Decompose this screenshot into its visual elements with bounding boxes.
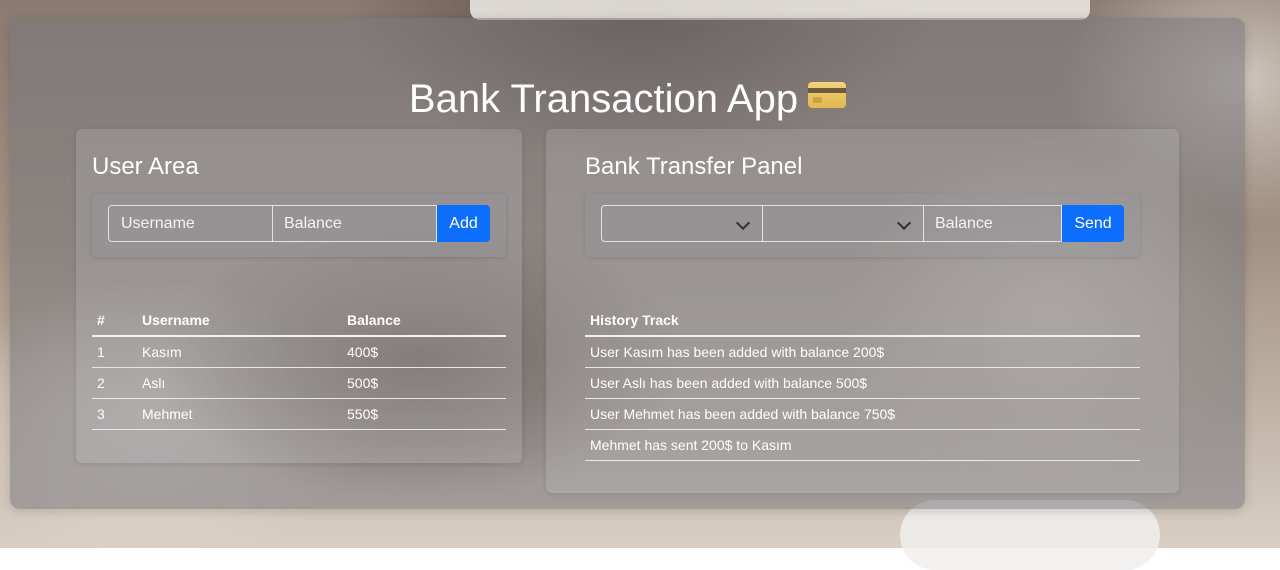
credit-card-icon (808, 82, 847, 108)
row-index: 3 (92, 398, 137, 430)
row-balance: 400$ (342, 336, 506, 368)
row-username: Aslı (137, 367, 342, 399)
users-table: # Username Balance 1 Kasım 400$ 2 Aslı 5… (92, 305, 506, 430)
column-header-history: History Track (585, 305, 1140, 337)
table-row: Mehmet has sent 200$ to Kasım (585, 429, 1140, 461)
background-decoration (900, 500, 1160, 570)
row-balance: 550$ (342, 398, 506, 430)
background-decoration (470, 0, 1090, 20)
history-entry: User Aslı has been added with balance 50… (585, 367, 1140, 399)
chevron-down-icon (896, 215, 912, 231)
username-input[interactable] (108, 205, 273, 242)
row-index: 2 (92, 367, 137, 399)
page-title-text: Bank Transaction App (408, 77, 799, 121)
row-balance: 500$ (342, 367, 506, 399)
history-table: History Track User Kasım has been added … (585, 305, 1140, 461)
row-username: Mehmet (137, 398, 342, 430)
table-row: 2 Aslı 500$ (92, 367, 506, 399)
table-header-row: # Username Balance (92, 305, 506, 337)
send-button[interactable]: Send (1062, 205, 1124, 242)
column-header-balance: Balance (342, 305, 506, 337)
transfer-balance-input[interactable] (923, 205, 1062, 242)
table-row: 1 Kasım 400$ (92, 336, 506, 368)
history-entry: Mehmet has sent 200$ to Kasım (585, 429, 1140, 461)
row-username: Kasım (137, 336, 342, 368)
balance-input[interactable] (272, 205, 437, 242)
add-user-button[interactable]: Add (437, 205, 490, 242)
column-header-index: # (92, 305, 137, 337)
table-header-row: History Track (585, 305, 1140, 337)
history-entry: User Kasım has been added with balance 2… (585, 336, 1140, 368)
bank-transfer-panel: Bank Transfer Panel Send History Track U… (546, 129, 1179, 493)
from-user-select[interactable] (601, 205, 763, 242)
column-header-username: Username (137, 305, 342, 337)
to-user-select[interactable] (762, 205, 924, 242)
add-user-form: Add (92, 193, 506, 257)
chevron-down-icon (735, 215, 751, 231)
transfer-form: Send (585, 193, 1140, 257)
table-row: User Kasım has been added with balance 2… (585, 336, 1140, 368)
table-row: User Mehmet has been added with balance … (585, 398, 1140, 430)
table-row: 3 Mehmet 550$ (92, 398, 506, 430)
user-area-panel: User Area Add # Username Balance 1 Kasım… (76, 129, 522, 463)
user-area-title: User Area (92, 153, 199, 180)
page-title: Bank Transaction App (10, 76, 1245, 122)
row-index: 1 (92, 336, 137, 368)
bank-transfer-title: Bank Transfer Panel (585, 153, 803, 180)
table-row: User Aslı has been added with balance 50… (585, 367, 1140, 399)
history-entry: User Mehmet has been added with balance … (585, 398, 1140, 430)
